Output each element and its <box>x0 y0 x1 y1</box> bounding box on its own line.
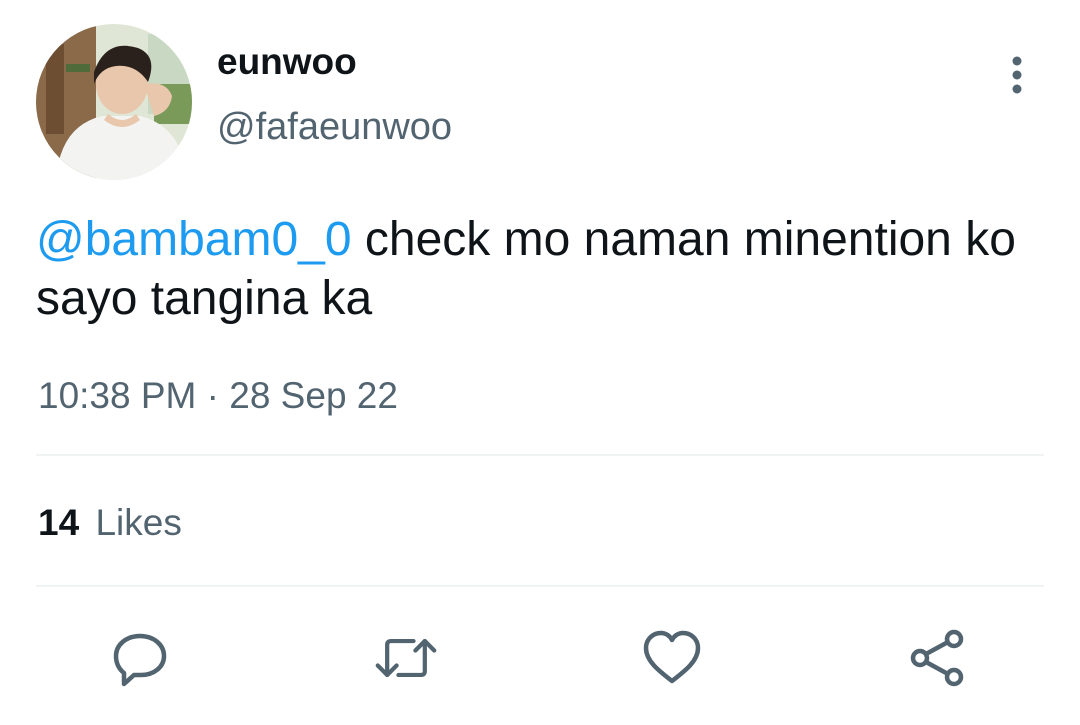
tweet-timestamp[interactable]: 10:38 PM · 28 Sep 22 <box>38 373 398 419</box>
retweet-icon <box>375 638 437 678</box>
divider <box>36 585 1044 587</box>
display-name[interactable]: eunwoo <box>217 40 357 84</box>
reply-icon <box>113 633 167 687</box>
mention-link[interactable]: @bambam0_0 <box>36 213 352 266</box>
likes-count: 14 <box>38 502 80 543</box>
retweet-button[interactable] <box>374 626 438 690</box>
share-icon <box>910 629 964 687</box>
share-button[interactable] <box>906 626 970 690</box>
avatar[interactable] <box>36 24 192 180</box>
more-vertical-icon <box>1012 56 1022 94</box>
reply-button[interactable] <box>108 626 172 690</box>
tweet-text: @bambam0_0 check mo naman minention ko s… <box>36 210 1036 328</box>
likes-summary[interactable]: 14 Likes <box>38 500 182 546</box>
user-handle[interactable]: @fafaeunwoo <box>217 104 452 150</box>
likes-label: Likes <box>95 502 182 543</box>
more-options-button[interactable] <box>996 52 1038 98</box>
divider <box>36 454 1044 456</box>
like-button[interactable] <box>640 626 704 690</box>
avatar-image <box>36 24 192 180</box>
heart-icon <box>643 630 701 684</box>
